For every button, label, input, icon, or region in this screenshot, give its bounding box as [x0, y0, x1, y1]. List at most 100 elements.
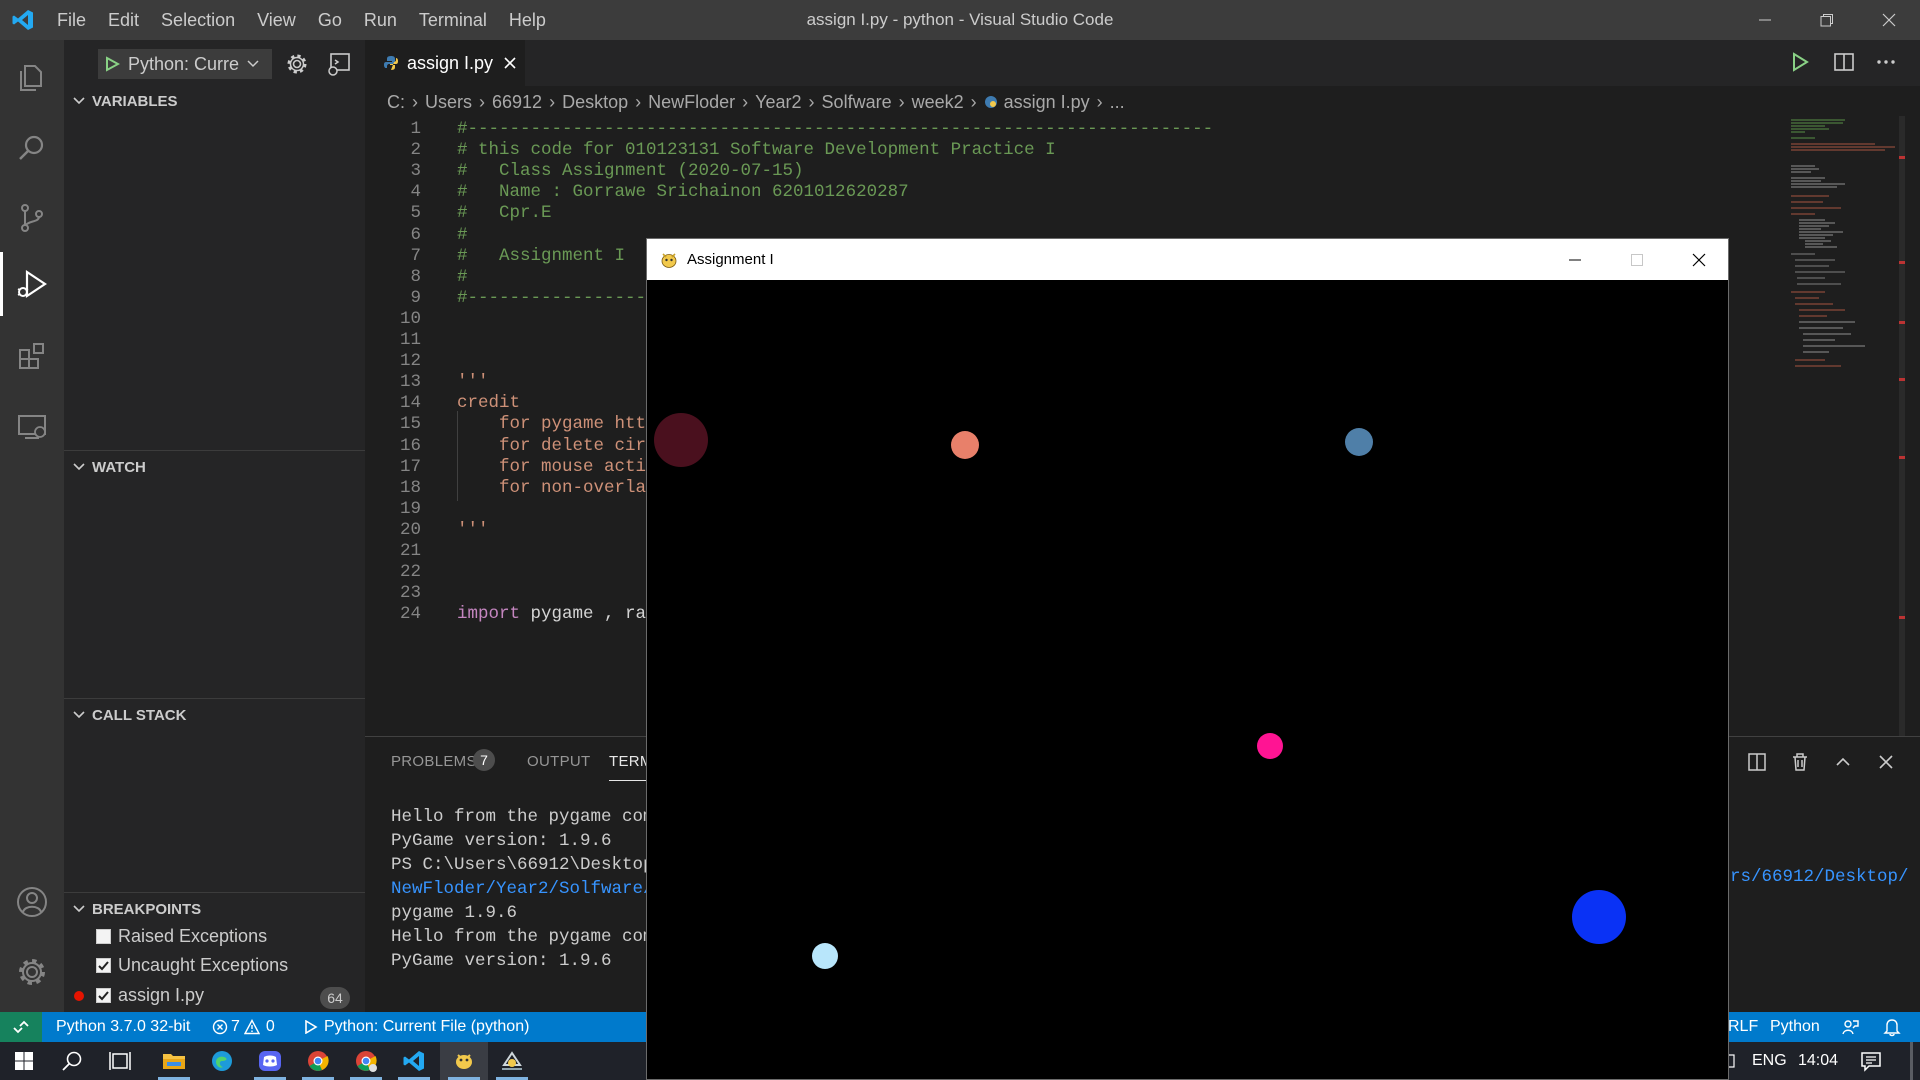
breakpoint-uncaught-exceptions[interactable]: Uncaught Exceptions: [96, 955, 288, 976]
breakpoint-file[interactable]: assign I.py: [96, 985, 204, 1006]
account-icon[interactable]: [0, 870, 64, 934]
breadcrumb-item[interactable]: Desktop: [562, 92, 628, 113]
debug-console-icon[interactable]: [326, 51, 352, 77]
call-stack-section-header[interactable]: CALL STACK: [64, 700, 365, 730]
run-python-file-icon[interactable]: [1788, 50, 1812, 74]
discord-icon[interactable]: [246, 1042, 294, 1080]
menu-selection[interactable]: Selection: [150, 0, 246, 40]
problems-status[interactable]: 7 0: [212, 1012, 275, 1042]
breadcrumb-item[interactable]: Year2: [755, 92, 801, 113]
eol-status[interactable]: RLF: [1728, 1012, 1758, 1042]
explorer-icon[interactable]: [0, 46, 64, 110]
breadcrumb-item[interactable]: assign I.py: [1004, 92, 1090, 113]
call-stack-title: CALL STACK: [92, 706, 187, 724]
breadcrumb-chevron-icon: ›: [970, 91, 977, 112]
pygame-circle[interactable]: [1257, 733, 1283, 759]
input-language-indicator[interactable]: ENG: [1752, 1042, 1787, 1080]
edge-browser-icon[interactable]: [198, 1042, 246, 1080]
checkbox-checked[interactable]: [96, 988, 111, 1003]
minimap[interactable]: [1785, 116, 1905, 736]
pygame-circle[interactable]: [1345, 428, 1373, 456]
pygame-close-button[interactable]: [1668, 239, 1730, 280]
pygame-circle[interactable]: [1572, 890, 1626, 944]
terminal-path-fragment: rs/66912/Desktop/: [1730, 867, 1909, 887]
pygame-taskbar-icon[interactable]: [440, 1042, 488, 1080]
task-view-icon[interactable]: [96, 1042, 144, 1080]
section-divider: [64, 450, 365, 451]
menu-run[interactable]: Run: [353, 0, 408, 40]
notifications-bell-icon[interactable]: [1882, 1012, 1902, 1042]
pygame-circle[interactable]: [812, 943, 838, 969]
checkbox-unchecked[interactable]: [96, 929, 111, 944]
extensions-icon[interactable]: [0, 324, 64, 388]
menu-go[interactable]: Go: [307, 0, 353, 40]
pygame-minimize-button[interactable]: [1544, 239, 1606, 280]
menu-file[interactable]: File: [46, 0, 97, 40]
restore-button[interactable]: [1796, 0, 1858, 40]
breadcrumb-item[interactable]: 66912: [492, 92, 542, 113]
action-center-icon[interactable]: [1860, 1050, 1882, 1072]
remote-indicator[interactable]: [0, 1012, 42, 1042]
search-icon[interactable]: [0, 116, 64, 180]
more-actions-icon[interactable]: [1874, 50, 1898, 74]
python-idle-icon[interactable]: [488, 1042, 536, 1080]
debug-config-status[interactable]: Python: Current File (python): [304, 1012, 529, 1042]
split-terminal-icon[interactable]: [1746, 751, 1768, 773]
split-editor-icon[interactable]: [1832, 50, 1856, 74]
menu-edit[interactable]: Edit: [97, 0, 150, 40]
terminal-line: PS C:\Users\66912\Desktop\: [391, 855, 665, 875]
run-debug-icon[interactable]: [0, 252, 64, 316]
breadcrumb-item[interactable]: NewFloder: [648, 92, 735, 113]
close-panel-icon[interactable]: [1875, 751, 1897, 773]
chrome-profile-icon[interactable]: [342, 1042, 390, 1080]
taskbar-search-icon[interactable]: [48, 1042, 96, 1080]
breadcrumb-item[interactable]: ...: [1110, 92, 1125, 113]
windows-start-icon[interactable]: [0, 1042, 48, 1080]
start-debugging-icon[interactable]: [104, 56, 120, 72]
python-interpreter[interactable]: Python 3.7.0 32-bit: [56, 1012, 190, 1042]
breakpoints-section-header[interactable]: BREAKPOINTS: [64, 894, 365, 924]
checkbox-checked[interactable]: [96, 958, 111, 973]
open-launch-json-gear-icon[interactable]: [284, 51, 310, 77]
terminal-line: Hello from the pygame comm: [391, 927, 665, 947]
run-config-select[interactable]: Python: Curre: [98, 49, 272, 79]
source-control-icon[interactable]: [0, 186, 64, 250]
taskbar-clock[interactable]: 14:04: [1798, 1042, 1838, 1080]
file-explorer-icon[interactable]: [150, 1042, 198, 1080]
pygame-circle[interactable]: [654, 413, 708, 467]
terminal-line: Hello from the pygame comm: [391, 807, 665, 827]
variables-section-header[interactable]: VARIABLES: [64, 86, 365, 116]
breadcrumb-item[interactable]: week2: [912, 92, 964, 113]
breakpoint-raised-exceptions[interactable]: Raised Exceptions: [96, 926, 267, 947]
play-icon: [305, 1020, 318, 1034]
tab-problems[interactable]: PROBLEMS: [391, 753, 477, 770]
manage-gear-icon[interactable]: [0, 940, 64, 1004]
breadcrumb-item[interactable]: Solfware: [822, 92, 892, 113]
pygame-canvas[interactable]: [647, 280, 1728, 1079]
pygame-title-bar[interactable]: Assignment I: [647, 239, 1728, 280]
feedback-icon[interactable]: [1840, 1012, 1860, 1042]
watch-section-header[interactable]: WATCH: [64, 452, 365, 482]
remote-explorer-icon[interactable]: [0, 394, 64, 458]
breadcrumb-chevron-icon: ›: [898, 91, 905, 112]
tab-assign-py[interactable]: assign I.py: [365, 40, 525, 86]
menu-view[interactable]: View: [246, 0, 307, 40]
pygame-maximize-button[interactable]: [1606, 239, 1668, 280]
show-desktop-button[interactable]: [1910, 1042, 1913, 1080]
pygame-window[interactable]: Assignment I: [646, 238, 1729, 1080]
menu-terminal[interactable]: Terminal: [408, 0, 498, 40]
menu-help[interactable]: Help: [498, 0, 557, 40]
breadcrumb-item[interactable]: Users: [425, 92, 472, 113]
breadcrumb-item[interactable]: C:: [387, 92, 405, 113]
close-window-button[interactable]: [1858, 0, 1920, 40]
minimize-button[interactable]: [1734, 0, 1796, 40]
language-mode[interactable]: Python: [1770, 1012, 1820, 1042]
kill-terminal-trash-icon[interactable]: [1789, 751, 1811, 773]
maximize-panel-chevron-up-icon[interactable]: [1832, 751, 1854, 773]
terminal-line: PyGame version: 1.9.6: [391, 951, 612, 971]
pygame-circle[interactable]: [951, 431, 979, 459]
vscode-taskbar-icon[interactable]: [390, 1042, 438, 1080]
close-tab-icon[interactable]: [503, 56, 517, 70]
chrome-icon[interactable]: [294, 1042, 342, 1080]
tab-output[interactable]: OUTPUT: [527, 753, 590, 770]
